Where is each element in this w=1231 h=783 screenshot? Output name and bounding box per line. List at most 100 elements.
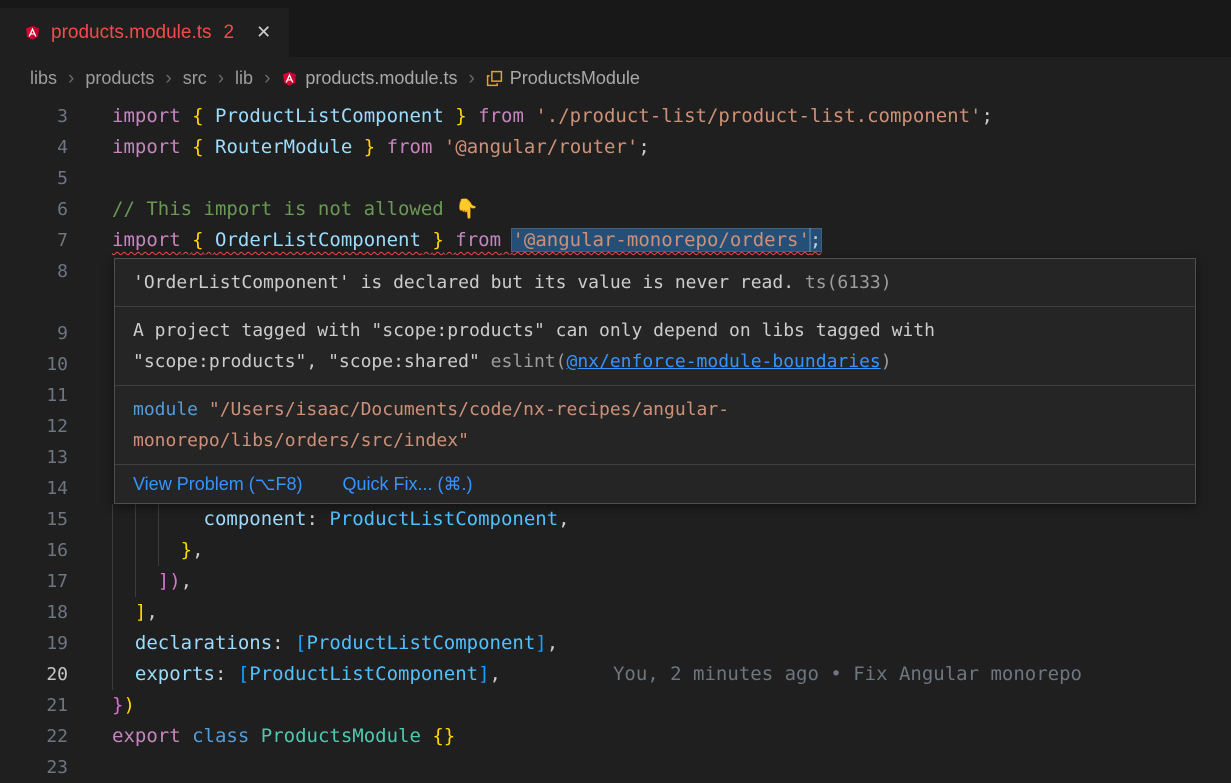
code-token	[467, 105, 478, 127]
eslint-rule-link[interactable]: @nx/enforce-module-boundaries	[566, 351, 880, 372]
line-number[interactable]: 15	[0, 504, 112, 535]
tab-problems-badge: 2	[224, 22, 235, 44]
line-number[interactable]: 5	[0, 163, 112, 194]
view-problem-button[interactable]: View Problem (⌥F8)	[133, 471, 302, 497]
code-content: ]),	[112, 566, 1231, 597]
code-token: from	[387, 136, 433, 158]
line-number[interactable]: 21	[0, 690, 112, 721]
code-token	[181, 105, 192, 127]
code-token	[421, 725, 432, 747]
chevron-right-icon: ›	[165, 68, 171, 90]
code-line-18[interactable]: 18],	[0, 597, 1231, 628]
line-number[interactable]: 8	[0, 256, 112, 318]
code-token: {	[192, 136, 203, 158]
code-token: './product-list/product-list.component'	[535, 105, 981, 127]
line-number[interactable]: 7	[0, 225, 112, 256]
code-content: // This import is not allowed 👇	[112, 194, 1231, 225]
code-token: import	[112, 105, 181, 127]
code-content: },	[112, 535, 1231, 566]
breadcrumb-item-products[interactable]: products	[85, 68, 154, 89]
code-content: import { RouterModule } from '@angular/r…	[112, 132, 1231, 163]
line-number[interactable]: 11	[0, 380, 112, 411]
indent-guide	[135, 535, 158, 566]
line-number[interactable]: 6	[0, 194, 112, 225]
code-line-22[interactable]: 22export class ProductsModule {}	[0, 721, 1231, 752]
code-line-15[interactable]: 15 component: ProductListComponent,	[0, 504, 1231, 535]
code-token: class	[192, 725, 249, 747]
code-token	[204, 229, 215, 251]
indent-guide	[158, 535, 181, 566]
code-line-7[interactable]: 7import { OrderListComponent } from '@an…	[0, 225, 1231, 256]
code-token: [	[295, 632, 306, 654]
line-number[interactable]: 19	[0, 628, 112, 659]
line-number[interactable]: 22	[0, 721, 112, 752]
code-token: exports	[135, 663, 215, 685]
line-number[interactable]: 20	[0, 659, 112, 690]
code-token: [	[238, 663, 249, 685]
module-info: module "/Users/isaac/Documents/code/nx-r…	[115, 385, 1195, 464]
code-line-21[interactable]: 21})	[0, 690, 1231, 721]
code-token: }	[364, 136, 375, 158]
line-number[interactable]: 14	[0, 473, 112, 504]
code-line-5[interactable]: 5	[0, 163, 1231, 194]
indent-guide	[135, 504, 158, 535]
code-token	[181, 136, 192, 158]
code-token: {	[192, 229, 203, 251]
breadcrumb-item-libs[interactable]: libs	[30, 68, 57, 89]
code-content: export class ProductsModule {}	[112, 721, 1231, 752]
line-number[interactable]: 12	[0, 411, 112, 442]
code-token: }	[432, 229, 443, 251]
code-content: import { ProductListComponent } from './…	[112, 101, 1231, 132]
code-token	[352, 136, 363, 158]
line-number[interactable]: 23	[0, 752, 112, 783]
line-number[interactable]: 16	[0, 535, 112, 566]
code-line-4[interactable]: 4import { RouterModule } from '@angular/…	[0, 132, 1231, 163]
code-token: from	[478, 105, 524, 127]
line-number[interactable]: 4	[0, 132, 112, 163]
close-icon[interactable]: ✕	[256, 22, 271, 43]
line-number[interactable]: 18	[0, 597, 112, 628]
breadcrumb-item-file[interactable]: products.module.ts	[281, 68, 457, 89]
breadcrumb-item-lib[interactable]: lib	[235, 68, 253, 89]
code-token: ProductsModule	[261, 725, 421, 747]
code-line-16[interactable]: 16},	[0, 535, 1231, 566]
code-token: ]	[478, 663, 489, 685]
breadcrumb-item-src[interactable]: src	[183, 68, 207, 89]
chevron-right-icon: ›	[218, 68, 224, 90]
code-token: {}	[432, 725, 455, 747]
ts-error-code: ts(6133)	[794, 272, 892, 293]
ts-diagnostic-message: 'OrderListComponent' is declared but its…	[115, 259, 1195, 306]
module-info-line-1: module "/Users/isaac/Documents/code/nx-r…	[133, 394, 1177, 425]
code-content: ],	[112, 597, 1231, 628]
code-line-19[interactable]: 19declarations: [ProductListComponent],	[0, 628, 1231, 659]
code-token: from	[455, 229, 501, 251]
code-token: component	[204, 508, 307, 530]
code-token: ]	[135, 601, 146, 623]
code-token	[375, 136, 386, 158]
code-line-17[interactable]: 17]),	[0, 566, 1231, 597]
code-line-20[interactable]: 20exports: [ProductListComponent],You, 2…	[0, 659, 1231, 690]
line-number[interactable]: 9	[0, 318, 112, 349]
code-line-23[interactable]: 23	[0, 752, 1231, 783]
code-line-6[interactable]: 6// This import is not allowed 👇	[0, 194, 1231, 225]
code-token	[444, 105, 455, 127]
code-token: ,	[146, 601, 157, 623]
code-token: OrderListComponent	[215, 229, 421, 251]
code-token: ;	[981, 105, 992, 127]
code-content: })	[112, 690, 1231, 721]
quick-fix-button[interactable]: Quick Fix... (⌘.)	[342, 471, 472, 497]
ts-diagnostic-text: 'OrderListComponent' is declared but its…	[133, 272, 794, 293]
editor: 3import { ProductListComponent } from '.…	[0, 100, 1231, 783]
code-token	[444, 229, 455, 251]
code-token: :	[215, 663, 238, 685]
line-number[interactable]: 17	[0, 566, 112, 597]
tab-products-module[interactable]: products.module.ts 2 ✕	[0, 8, 289, 57]
code-token	[432, 136, 443, 158]
chevron-right-icon: ›	[264, 68, 270, 90]
code-line-3[interactable]: 3import { ProductListComponent } from '.…	[0, 101, 1231, 132]
line-number[interactable]: 3	[0, 101, 112, 132]
line-number[interactable]: 13	[0, 442, 112, 473]
line-number[interactable]: 10	[0, 349, 112, 380]
breadcrumb-item-symbol[interactable]: ProductsModule	[486, 68, 640, 89]
indent-guide	[112, 566, 135, 597]
